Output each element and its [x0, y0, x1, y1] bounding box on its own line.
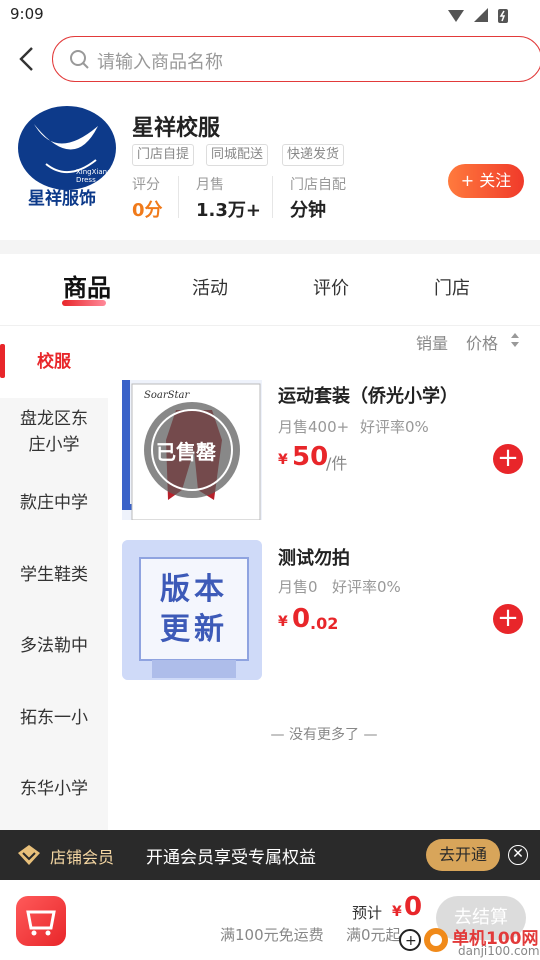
stat-label: 门店自配: [290, 177, 346, 193]
sidebar-item-label: 拓东一小: [20, 708, 88, 728]
sidebar-item-uniform[interactable]: 校服: [0, 326, 108, 398]
product-name[interactable]: 运动套装（侨光小学）: [278, 382, 458, 408]
sidebar-item[interactable]: 款庄中学: [0, 490, 108, 516]
tab-reviews[interactable]: 评价: [313, 274, 349, 300]
cart-icon: [26, 910, 56, 936]
product-image[interactable]: SoarStar 已售罄: [122, 380, 262, 521]
sidebar-item-label: 款庄中学: [20, 493, 88, 513]
product-image[interactable]: 版本更新: [122, 540, 262, 680]
member-banner: 店铺会员 开通会员享受专属权益 去开通 ✕: [0, 830, 540, 880]
product-rating: 好评率0%: [332, 578, 401, 596]
member-text: 开通会员享受专属权益: [146, 848, 316, 868]
product-card[interactable]: 版本更新 测试勿拍 月售0 好评率0% ¥ 0 .02 +: [108, 540, 540, 690]
product-name[interactable]: 测试勿拍: [278, 544, 350, 570]
min-order-text: 满0元起: [346, 926, 401, 944]
sidebar-item-label: 多法勒中: [20, 636, 88, 656]
back-arrow-icon[interactable]: [12, 44, 42, 74]
estimate-label: 预计: [352, 904, 383, 922]
price-currency: ¥: [278, 614, 288, 630]
product-list: 销量 价格 SoarStar 已售罄 运动套装（侨光小学） 月售400+ 好评率…: [108, 326, 540, 830]
sidebar-item[interactable]: 拓东一小: [0, 705, 108, 731]
stat-value: 0分: [132, 200, 163, 221]
no-more-text: — 没有更多了 —: [270, 727, 378, 743]
price-integer: 50: [292, 442, 329, 472]
search-input[interactable]: 请输入商品名称: [52, 36, 540, 82]
diamond-icon: [18, 845, 40, 865]
stat-label: 月售: [196, 177, 224, 193]
sidebar-item[interactable]: 东华小学: [0, 776, 108, 802]
sold-out-badge: 已售罄: [156, 440, 216, 464]
add-to-cart-button[interactable]: +: [493, 604, 523, 634]
shop-logo[interactable]: XingXiang Dress 星祥服饰: [16, 104, 118, 209]
sidebar-item-label: 学生鞋类: [20, 565, 88, 585]
member-label: 店铺会员: [50, 848, 115, 867]
stat-label: 评分: [132, 177, 160, 193]
product-card[interactable]: SoarStar 已售罄 运动套装（侨光小学） 月售400+ 好评率0% ¥ 5…: [108, 376, 540, 526]
shop-header: XingXiang Dress 星祥服饰 星祥校服 门店自提 同城配送 快递发货…: [0, 88, 540, 240]
sort-sales[interactable]: 销量: [416, 330, 448, 354]
add-to-cart-button[interactable]: +: [493, 444, 523, 474]
status-icons: [448, 8, 508, 23]
estimate-value: 0: [404, 892, 423, 922]
shop-tag: 同城配送: [206, 144, 269, 166]
price-decimal: .02: [310, 614, 339, 633]
sort-arrows-icon[interactable]: [510, 332, 520, 348]
tab-bar: 商品 活动 评价 门店: [0, 254, 540, 326]
status-bar: 9:09: [0, 0, 540, 30]
close-icon[interactable]: ✕: [508, 845, 528, 865]
svg-text:+: +: [405, 933, 417, 949]
sort-price[interactable]: 价格: [466, 330, 498, 354]
sidebar-item-label: 盘龙区东庄小学: [20, 409, 88, 455]
stat-value: 分钟: [290, 200, 326, 221]
free-shipping-text: 满100元免运费: [220, 926, 324, 944]
sidebar-active-mark: [0, 344, 5, 378]
activate-member-button[interactable]: 去开通: [426, 839, 500, 871]
search-icon: [70, 50, 89, 69]
product-sold: 月售400+: [278, 418, 350, 436]
sidebar-item-label: 校服: [37, 352, 71, 372]
shop-tag: 门店自提: [132, 144, 195, 166]
sidebar-item[interactable]: 盘龙区东庄小学: [0, 406, 108, 466]
sidebar-item[interactable]: 多法勒中: [0, 633, 108, 659]
category-sidebar: 校服 盘龙区东庄小学 款庄中学 学生鞋类 多法勒中 拓东一小 东华小学: [0, 326, 108, 830]
status-time: 9:09: [10, 5, 44, 23]
watermark-url: danji100.com: [458, 944, 540, 958]
sidebar-item[interactable]: 学生鞋类: [0, 562, 108, 588]
estimate-currency: ¥: [392, 904, 402, 920]
cart-button[interactable]: [16, 896, 66, 946]
search-placeholder: 请输入商品名称: [97, 52, 223, 73]
shop-tag: 快递发货: [282, 144, 345, 166]
price-integer: 0: [292, 604, 311, 634]
logo-sub: XingXiang Dress: [76, 168, 112, 184]
logo-text: 星祥服饰: [28, 189, 96, 209]
sidebar-item-label: 东华小学: [20, 779, 88, 799]
shop-name: 星祥校服: [132, 116, 221, 141]
search-bar: 请输入商品名称: [0, 30, 540, 88]
product-sold: 月售0: [278, 578, 318, 596]
follow-button[interactable]: + 关注: [448, 164, 524, 198]
stat-value: 1.3万+: [196, 200, 261, 221]
tab-store[interactable]: 门店: [434, 274, 470, 300]
tab-activity[interactable]: 活动: [192, 274, 228, 300]
product-image-brand: SoarStar: [144, 390, 190, 401]
price-currency: ¥: [278, 452, 288, 468]
tab-products[interactable]: 商品: [63, 268, 111, 303]
section-divider: [0, 240, 540, 254]
product-rating: 好评率0%: [360, 418, 429, 436]
price-unit: /件: [326, 454, 348, 473]
product-image-text: 版本更新: [160, 572, 228, 647]
